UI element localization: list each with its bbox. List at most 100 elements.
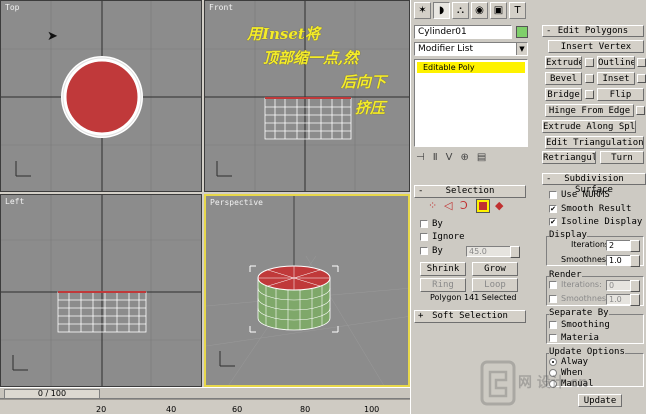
render-iterations-checkbox[interactable]: [549, 281, 557, 289]
viewport-top[interactable]: Top ➤: [0, 0, 202, 192]
separate-by-label: Separate By: [549, 308, 609, 318]
selection-rollout-header[interactable]: - Selection: [414, 185, 526, 198]
left-view-drawing: [1, 195, 201, 386]
annotation-line-1: 用Inset将: [247, 25, 320, 43]
display-group-label: Display: [549, 230, 587, 240]
by-angle-checkbox[interactable]: [420, 247, 428, 255]
bridge-settings-icon[interactable]: [585, 90, 594, 99]
modify-tab-icon[interactable]: ◗: [433, 2, 450, 19]
display-iterations-spinner[interactable]: 2: [606, 240, 640, 252]
outline-settings-icon[interactable]: [637, 58, 646, 67]
turn-button[interactable]: Turn: [600, 151, 644, 164]
isoline-display-checkbox[interactable]: ✔: [549, 218, 557, 226]
track-tick: 20: [96, 405, 107, 414]
viewport-perspective[interactable]: Perspective: [204, 194, 410, 387]
ring-button[interactable]: Ring: [420, 278, 466, 292]
track-tick: 40: [166, 405, 177, 414]
create-tab-icon[interactable]: ✶: [414, 2, 431, 19]
loop-button[interactable]: Loop: [472, 278, 518, 292]
soft-selection-rollout-header[interactable]: + Soft Selection: [414, 310, 526, 323]
track-tick: 100: [364, 405, 380, 414]
stack-item-editable-poly[interactable]: Editable Poly: [417, 62, 525, 73]
time-slider[interactable]: 0 / 100: [4, 389, 100, 399]
render-iterations-label: Iterations:: [561, 280, 602, 289]
object-color-swatch[interactable]: [516, 26, 528, 38]
render-iterations-spinner[interactable]: 0: [606, 280, 640, 292]
separate-materials-checkbox[interactable]: [549, 334, 557, 342]
annotation-line-4: 挤压: [355, 99, 386, 117]
display-tab-icon[interactable]: ▣: [490, 2, 507, 19]
stack-tools-row: ⊣ⅡⅤ⊕▤: [416, 152, 495, 163]
inset-settings-icon[interactable]: [637, 74, 646, 83]
separate-materials-label: Materia: [561, 333, 599, 343]
shrink-button[interactable]: Shrink: [420, 262, 466, 276]
by-vertex-label: By: [432, 219, 443, 229]
border-mode-icon[interactable]: Ͻ: [460, 199, 468, 212]
update-options-label: Update Options: [549, 347, 625, 357]
edge-mode-icon[interactable]: ◁: [444, 199, 452, 212]
annotation-line-3: 后向下: [341, 73, 387, 91]
time-slider-bar[interactable]: 0 / 100: [0, 387, 410, 399]
ignore-backfacing-label: Ignore: [432, 232, 465, 242]
site-watermark-text: 网 设计 cn: [518, 375, 589, 391]
extrude-along-spline-button[interactable]: Extrude Along Spline: [542, 120, 636, 133]
polygon-mode-icon[interactable]: [476, 199, 490, 213]
subdivision-surface-rollout-header[interactable]: - Subdivision Surface: [542, 173, 646, 195]
flip-button[interactable]: Flip: [597, 88, 644, 101]
by-angle-label: By: [432, 246, 443, 256]
hinge-settings-icon[interactable]: [636, 106, 645, 115]
update-always-radio[interactable]: [549, 358, 557, 366]
retriangulate-button[interactable]: Retriangulate: [542, 151, 596, 164]
selection-status: Polygon 141 Selected: [430, 293, 517, 302]
motion-tab-icon[interactable]: ◉: [471, 2, 488, 19]
separate-smoothing-label: Smoothing: [561, 320, 610, 330]
edit-polygons-rollout-header[interactable]: - Edit Polygons: [542, 25, 644, 37]
smooth-result-checkbox[interactable]: ✔: [549, 205, 557, 213]
extrude-button[interactable]: Extrude: [545, 56, 582, 69]
use-nurms-label: Use NURMS: [561, 190, 610, 200]
render-smoothness-spinner[interactable]: 1.0: [606, 294, 640, 306]
inset-button[interactable]: Inset: [597, 72, 635, 85]
track-bar[interactable]: 20 40 60 80 100: [0, 399, 410, 414]
grow-button[interactable]: Grow: [472, 262, 518, 276]
render-group-label: Render: [549, 270, 582, 280]
isoline-display-label: Isoline Display: [561, 217, 643, 227]
insert-vertex-button[interactable]: Insert Vertex: [548, 40, 644, 53]
viewport-left[interactable]: Left: [0, 194, 202, 387]
object-name-field[interactable]: Cylinder01: [414, 25, 512, 39]
track-tick: 60: [232, 405, 243, 414]
viewport-front[interactable]: Front 用Inset将 顶部缩一点,然 后向下 挤压: [204, 0, 410, 192]
smooth-result-label: Smooth Result: [561, 204, 632, 214]
outline-button[interactable]: Outline: [597, 56, 635, 69]
hierarchy-tab-icon[interactable]: ⛬: [452, 2, 469, 19]
ignore-backfacing-checkbox[interactable]: [420, 233, 428, 241]
modifier-list-dropdown[interactable]: Modifier List: [414, 42, 528, 56]
hinge-from-edge-button[interactable]: Hinge From Edge: [545, 104, 634, 117]
stack-item-label: Editable Poly: [423, 63, 475, 72]
render-smoothness-checkbox[interactable]: [549, 295, 557, 303]
extrude-settings-icon[interactable]: [585, 58, 594, 67]
perspective-view-drawing: [206, 196, 408, 385]
mouse-cursor-icon: ➤: [47, 29, 58, 44]
angle-spinner[interactable]: 45.0: [466, 246, 520, 258]
chevron-down-icon[interactable]: ▼: [516, 43, 527, 55]
modifier-stack[interactable]: Editable Poly: [414, 59, 528, 147]
update-button[interactable]: Update: [578, 394, 622, 407]
annotation-line-2: 顶部缩一点,然: [263, 49, 359, 67]
edit-triangulation-button[interactable]: Edit Triangulation: [545, 136, 644, 149]
use-nurms-checkbox[interactable]: [549, 191, 557, 199]
site-watermark-logo: [480, 360, 516, 409]
vertex-mode-icon[interactable]: ⁘: [428, 199, 437, 212]
display-smoothness-spinner[interactable]: 1.0: [606, 255, 640, 267]
update-always-label: Alway: [561, 357, 589, 367]
top-view-drawing: [1, 1, 201, 191]
utilities-tab-icon[interactable]: T: [509, 2, 526, 19]
bevel-button[interactable]: Bevel: [545, 72, 582, 85]
bevel-settings-icon[interactable]: [585, 74, 594, 83]
element-mode-icon[interactable]: ◆: [495, 199, 503, 212]
track-tick: 80: [300, 405, 311, 414]
command-panel-tabs: ✶ ◗ ⛬ ◉ ▣ T: [414, 2, 534, 20]
by-vertex-checkbox[interactable]: [420, 220, 428, 228]
separate-smoothing-checkbox[interactable]: [549, 321, 557, 329]
bridge-button[interactable]: Bridge: [545, 88, 582, 101]
